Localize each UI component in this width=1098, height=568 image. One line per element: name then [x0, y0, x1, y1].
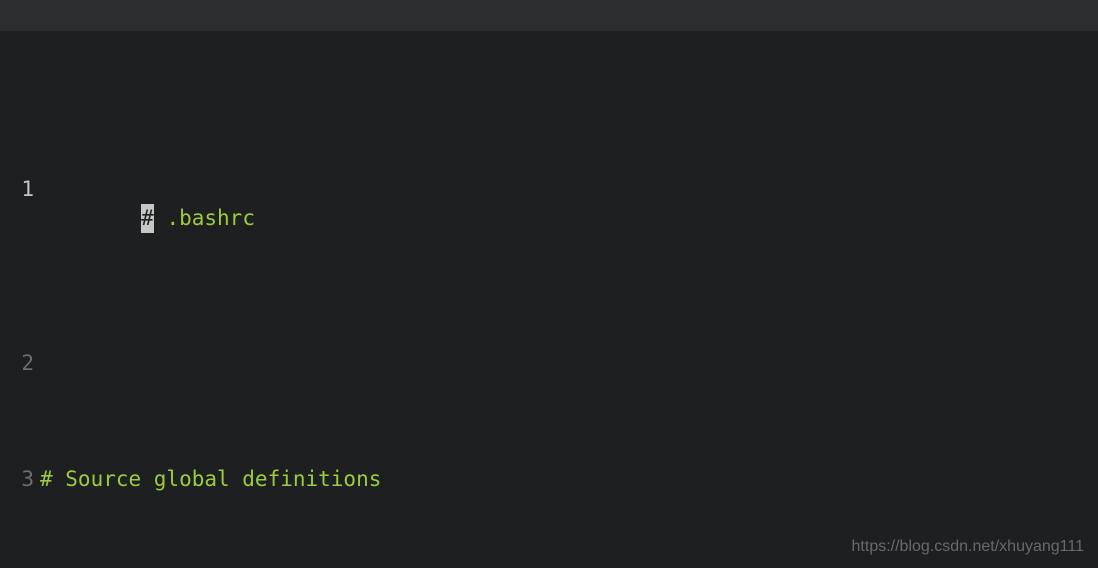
code-editor[interactable]: 1 # .bashrc 2 3 # Source global definiti…: [0, 0, 1098, 568]
watermark-text: https://blog.csdn.net/xhuyang111: [852, 536, 1084, 558]
line-number: 1: [0, 175, 40, 204]
token-comment: # Source global definitions: [40, 467, 381, 491]
current-line-highlight: [0, 0, 1098, 31]
editor-cursor: #: [141, 204, 154, 233]
token-comment: .bashrc: [154, 206, 255, 230]
code-line[interactable]: 3 # Source global definitions: [0, 465, 1098, 494]
code-line[interactable]: 2: [0, 349, 1098, 378]
line-number: 3: [0, 465, 40, 494]
code-line[interactable]: 1 # .bashrc: [0, 175, 1098, 262]
line-number: 2: [0, 349, 40, 378]
